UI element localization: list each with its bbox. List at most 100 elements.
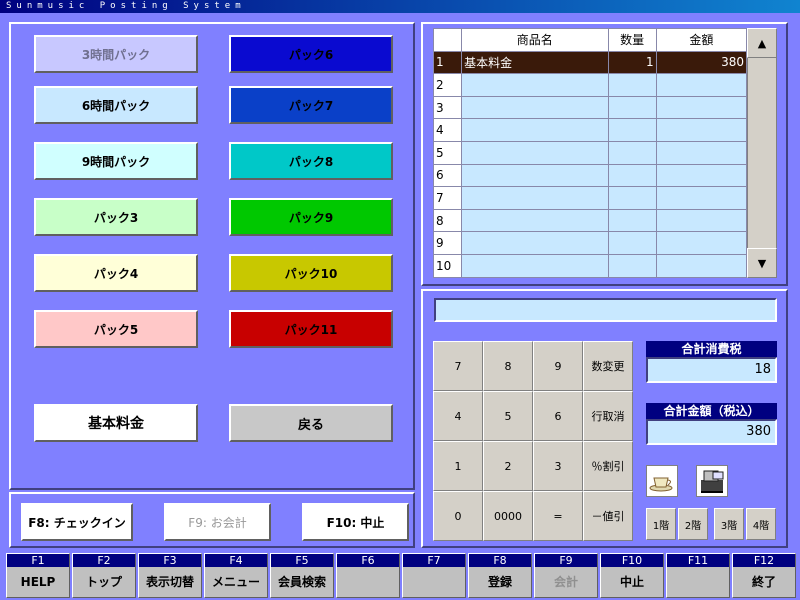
register-machine-icon[interactable]	[696, 465, 728, 497]
row-number: 8	[432, 208, 463, 233]
amount-cell	[655, 231, 748, 255]
function-key-code: F5	[271, 554, 333, 567]
product-name-cell	[461, 73, 609, 97]
order-table: 商品名 数量 金額 1 基本料金 1 380 2 3 4 5 6 7 8 9 10	[432, 28, 748, 278]
table-row[interactable]: 7	[432, 186, 748, 210]
keypad-key[interactable]: 4	[433, 391, 483, 441]
amount-cell	[655, 208, 748, 233]
function-key-code: F3	[139, 554, 201, 567]
function-key-label: 会計	[553, 575, 578, 589]
table-row[interactable]: 6	[432, 163, 748, 188]
keypad-key[interactable]: 8	[483, 341, 533, 391]
product-name-cell	[461, 163, 609, 188]
pack-button[interactable]: パック10	[229, 254, 393, 292]
function-key-f6[interactable]: F6	[336, 553, 400, 598]
table-row[interactable]: 2	[432, 73, 748, 97]
function-key-label: 登録	[487, 575, 512, 589]
function-key-f11[interactable]: F11	[666, 553, 730, 598]
quantity-header: 数量	[607, 28, 657, 52]
table-row[interactable]: 9	[432, 231, 748, 255]
function-key-code: F9	[535, 554, 597, 567]
quantity-cell	[607, 231, 657, 255]
table-row[interactable]: 5	[432, 140, 748, 165]
function-key-f12[interactable]: F12 終了	[732, 553, 796, 598]
product-name-cell	[461, 253, 609, 278]
table-row[interactable]: 1 基本料金 1 380	[432, 50, 748, 75]
pack-button[interactable]: パック6	[229, 35, 393, 73]
pack-button[interactable]: パック7	[229, 86, 393, 124]
back-button[interactable]: 戻る	[229, 404, 393, 442]
amount-cell	[655, 95, 748, 120]
coffee-cup-icon[interactable]	[646, 465, 678, 497]
product-name-cell	[461, 95, 609, 120]
pack-button[interactable]: 3時間パック	[34, 35, 198, 73]
pack-button[interactable]: パック9	[229, 198, 393, 236]
row-number: 9	[432, 231, 463, 255]
floor-button[interactable]: 3階	[714, 508, 744, 540]
floor-button[interactable]: 1階	[646, 508, 676, 540]
pack-button[interactable]: パック4	[34, 254, 198, 292]
pack-button[interactable]: パック11	[229, 310, 393, 348]
pack-button[interactable]: 9時間パック	[34, 142, 198, 180]
table-row[interactable]: 10	[432, 253, 748, 278]
keypad-key[interactable]: 2	[483, 441, 533, 491]
table-row[interactable]: 8	[432, 208, 748, 233]
table-row[interactable]: 4	[432, 118, 748, 142]
floor-button[interactable]: 2階	[678, 508, 708, 540]
keypad-key[interactable]: 1	[433, 441, 483, 491]
function-key-f9[interactable]: F9 会計	[534, 553, 598, 598]
pack-button[interactable]: パック8	[229, 142, 393, 180]
function-key-f5[interactable]: F5 会員検索	[270, 553, 334, 598]
amount-cell	[655, 118, 748, 142]
keypad-key[interactable]: 0	[433, 491, 483, 541]
keypad-key[interactable]: 5	[483, 391, 533, 441]
function-key-f2[interactable]: F2 トップ	[72, 553, 136, 598]
pack-button[interactable]: パック5	[34, 310, 198, 348]
row-number: 6	[432, 163, 463, 188]
basic-fee-button[interactable]: 基本料金	[34, 404, 198, 442]
row-number-header	[432, 28, 463, 52]
amount-cell	[655, 73, 748, 97]
keypad-key[interactable]: 7	[433, 341, 483, 391]
function-key-label: メニュー	[211, 575, 260, 589]
function-key-f7[interactable]: F7	[402, 553, 466, 598]
scroll-up-button[interactable]: ▲	[747, 28, 777, 58]
function-key-f1[interactable]: F1 HELP	[6, 553, 70, 598]
function-key-f10[interactable]: F10 中止	[600, 553, 664, 598]
product-name-header: 商品名	[461, 28, 609, 52]
scroll-down-button[interactable]: ▼	[747, 248, 777, 278]
keypad-key[interactable]: －値引	[583, 491, 633, 541]
function-key-f3[interactable]: F3 表示切替	[138, 553, 202, 598]
function-key-f8[interactable]: F8 登録	[468, 553, 532, 598]
product-name-cell	[461, 186, 609, 210]
function-key-f4[interactable]: F4 メニュー	[204, 553, 268, 598]
table-scrollbar[interactable]	[747, 28, 777, 278]
keypad-key[interactable]: 6	[533, 391, 583, 441]
cancel-button[interactable]: F10: 中止	[302, 503, 409, 541]
checkin-button[interactable]: F8: チェックイン	[21, 503, 133, 541]
table-row[interactable]: 3	[432, 95, 748, 120]
function-key-label: 会員検索	[277, 575, 326, 589]
keypad-key[interactable]: 数変更	[583, 341, 633, 391]
function-key-label: トップ	[85, 575, 122, 589]
amount-cell	[655, 140, 748, 165]
quantity-cell	[607, 253, 657, 278]
keypad-key[interactable]: 3	[533, 441, 583, 491]
function-key-code: F2	[73, 554, 135, 567]
pack-button[interactable]: 6時間パック	[34, 86, 198, 124]
keypad-key[interactable]: =	[533, 491, 583, 541]
checkout-button[interactable]: F9: お会計	[164, 503, 271, 541]
row-number: 1	[432, 50, 463, 75]
floor-button[interactable]: 4階	[746, 508, 776, 540]
quantity-cell	[607, 118, 657, 142]
keypad-key[interactable]: 0000	[483, 491, 533, 541]
function-key-label: 終了	[751, 575, 776, 589]
amount-header: 金額	[655, 28, 748, 52]
input-display[interactable]	[434, 298, 777, 322]
keypad-key[interactable]: 行取消	[583, 391, 633, 441]
quantity-cell	[607, 163, 657, 188]
row-number: 5	[432, 140, 463, 165]
pack-button[interactable]: パック3	[34, 198, 198, 236]
keypad-key[interactable]: ％割引	[583, 441, 633, 491]
keypad-key[interactable]: 9	[533, 341, 583, 391]
